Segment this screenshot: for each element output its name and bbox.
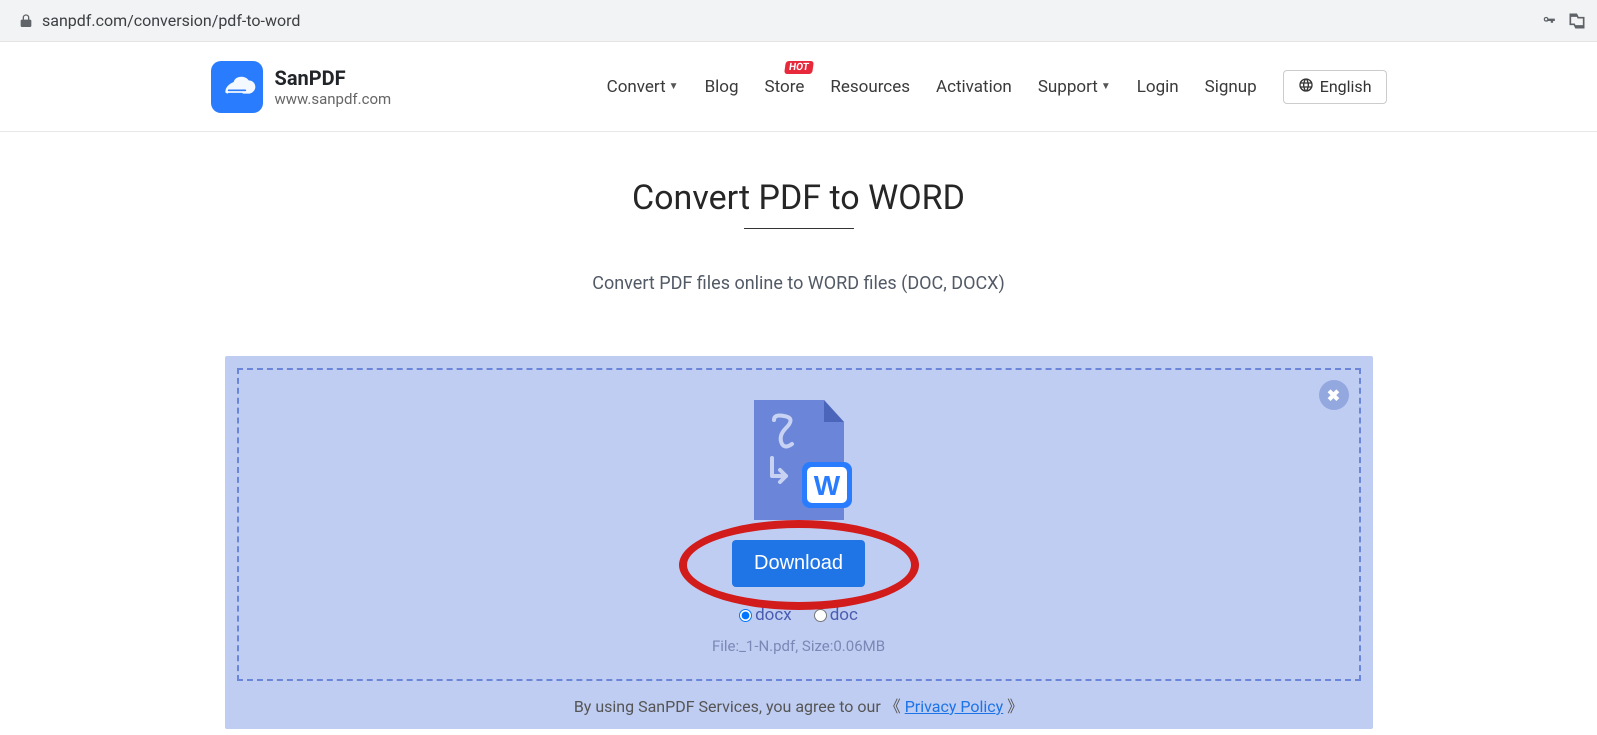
radio-doc[interactable]: doc — [814, 605, 858, 625]
radio-docx-input[interactable] — [739, 609, 752, 622]
language-button[interactable]: English — [1283, 70, 1387, 104]
globe-icon — [1298, 77, 1314, 97]
chevron-down-icon: ▼ — [669, 81, 679, 92]
brand[interactable]: SanPDF www.sanpdf.com — [211, 61, 392, 113]
key-icon[interactable] — [1539, 11, 1559, 31]
nav-resources[interactable]: Resources — [830, 77, 910, 97]
nav-store[interactable]: Store HOT — [765, 77, 805, 97]
close-icon[interactable]: ✖ — [1319, 380, 1349, 410]
file-label: File: — [712, 637, 739, 655]
privacy-policy-link[interactable]: Privacy Policy — [905, 697, 1004, 716]
main-content: Convert PDF to WORD Convert PDF files on… — [0, 178, 1597, 729]
pdf-to-word-icon: W — [744, 400, 854, 520]
file-info: File: _1-N.pdf , Size: 0.06MB — [712, 637, 885, 655]
nav-support[interactable]: Support ▼ — [1038, 77, 1111, 97]
nav-signup-label: Signup — [1205, 77, 1257, 97]
main-nav: Convert ▼ Blog Store HOT Resources Activ… — [607, 70, 1387, 104]
page-title: Convert PDF to WORD — [0, 178, 1597, 218]
nav-blog[interactable]: Blog — [705, 77, 739, 97]
radio-docx-label: docx — [755, 605, 792, 625]
browser-address-bar: sanpdf.com/conversion/pdf-to-word — [0, 0, 1597, 42]
radio-doc-input[interactable] — [814, 609, 827, 622]
format-radio-group: docx doc — [739, 605, 858, 625]
nav-login-label: Login — [1137, 77, 1179, 97]
consent-bracket-open: 《 — [885, 697, 901, 716]
nav-activation[interactable]: Activation — [936, 77, 1012, 97]
brand-name: SanPDF — [275, 66, 392, 90]
consent-prefix: By using SanPDF Services, you agree to o… — [574, 697, 885, 716]
download-button[interactable]: Download — [732, 540, 865, 587]
page-subtitle: Convert PDF files online to WORD files (… — [0, 273, 1597, 294]
radio-doc-label: doc — [830, 605, 858, 625]
nav-store-label: Store — [765, 77, 805, 97]
url-text[interactable]: sanpdf.com/conversion/pdf-to-word — [42, 11, 300, 30]
nav-support-label: Support — [1038, 77, 1098, 97]
brand-domain: www.sanpdf.com — [275, 90, 392, 108]
nav-blog-label: Blog — [705, 77, 739, 97]
file-name: _1-N.pdf — [739, 637, 795, 655]
consent-bracket-close: 》 — [1007, 697, 1023, 716]
drop-zone-wrapper: ✖ W Download — [225, 356, 1373, 729]
nav-convert[interactable]: Convert ▼ — [607, 77, 679, 97]
translate-icon[interactable] — [1567, 11, 1587, 31]
site-header: SanPDF www.sanpdf.com Convert ▼ Blog Sto… — [0, 42, 1597, 132]
nav-login[interactable]: Login — [1137, 77, 1179, 97]
lock-icon — [18, 13, 34, 29]
nav-activation-label: Activation — [936, 77, 1012, 97]
address-bar-right-icons — [1539, 0, 1587, 41]
logo-icon — [211, 61, 263, 113]
nav-signup[interactable]: Signup — [1205, 77, 1257, 97]
drop-zone[interactable]: ✖ W Download — [237, 368, 1361, 681]
nav-resources-label: Resources — [830, 77, 910, 97]
radio-docx[interactable]: docx — [739, 605, 792, 625]
language-label: English — [1320, 77, 1372, 96]
chevron-down-icon: ▼ — [1101, 81, 1111, 92]
consent-line: By using SanPDF Services, you agree to o… — [237, 693, 1361, 717]
file-size: 0.06MB — [833, 637, 885, 655]
hot-badge: HOT — [784, 61, 814, 74]
title-underline — [744, 228, 854, 229]
size-label: , Size: — [795, 637, 833, 655]
svg-text:W: W — [813, 470, 840, 501]
nav-convert-label: Convert — [607, 77, 666, 97]
